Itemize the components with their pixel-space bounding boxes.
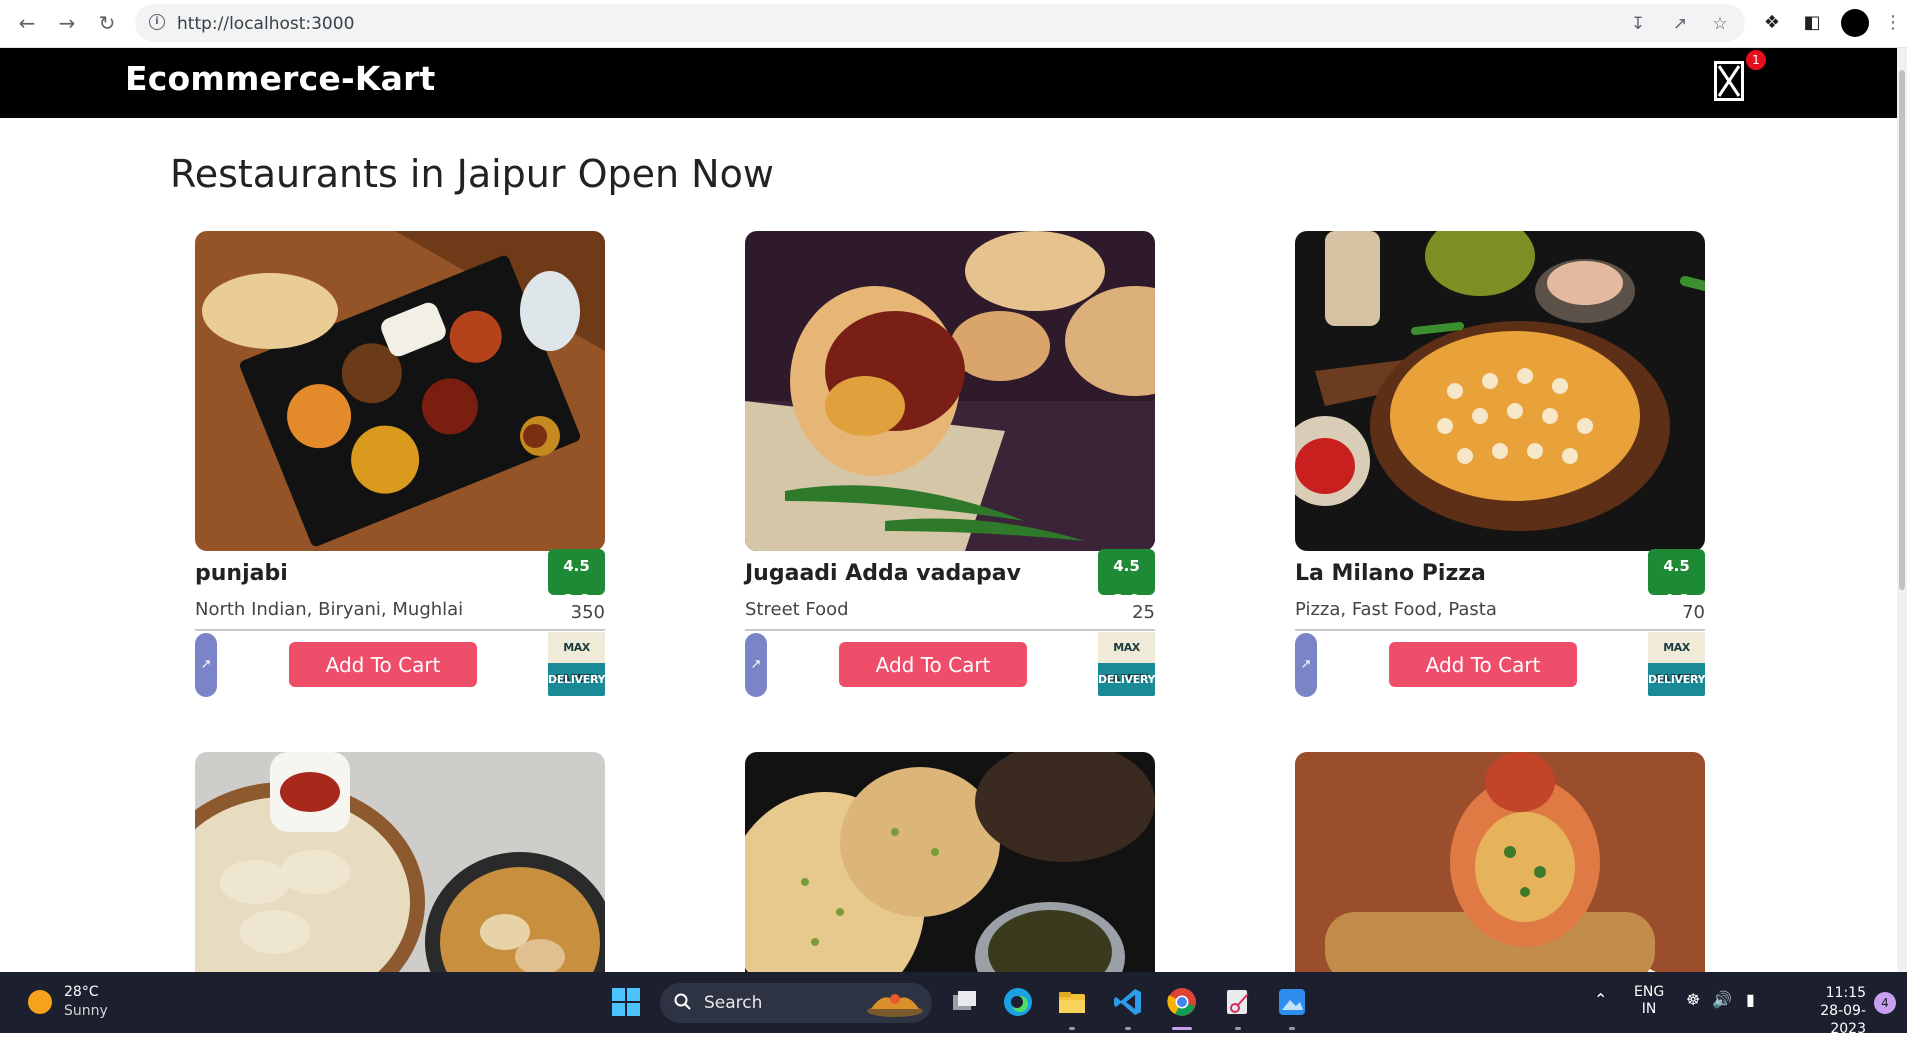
max-safety-delivery-badge: MAX SAFETY DELIVERY bbox=[1648, 632, 1705, 696]
photos-app-icon[interactable] bbox=[1276, 986, 1308, 1018]
url-text[interactable]: http://localhost:3000 bbox=[177, 14, 354, 34]
rating-badge: 4.5 3.8 bbox=[548, 549, 605, 609]
restaurant-card: punjabi 4.5 3.8 North Indian, Biryani, M… bbox=[195, 231, 605, 701]
extensions-icon[interactable]: ❖ bbox=[1760, 11, 1784, 35]
notification-count-badge[interactable]: 4 bbox=[1874, 992, 1896, 1014]
rating-badge: 4.5 3.9 bbox=[1098, 549, 1155, 609]
clock[interactable]: 11:15 28-09-2023 bbox=[1786, 984, 1866, 1038]
install-icon[interactable]: ↧ bbox=[1627, 13, 1649, 35]
divider bbox=[745, 629, 1155, 631]
side-panel-icon[interactable]: ◧ bbox=[1800, 11, 1824, 35]
windows-taskbar: 28°C Sunny Search ⌃ ENG IN ☸ 🔊 ▮ 11:15 2… bbox=[0, 972, 1907, 1037]
show-hidden-icons-chevron-icon[interactable]: ⌃ bbox=[1594, 990, 1607, 1009]
max-safety-delivery-badge: MAX SAFETY DELIVERY bbox=[1098, 632, 1155, 696]
restaurant-card bbox=[195, 752, 605, 972]
vscode-icon[interactable] bbox=[1112, 986, 1144, 1018]
back-icon[interactable]: ← bbox=[14, 10, 40, 36]
site-info-icon[interactable]: i bbox=[149, 14, 165, 30]
site-header: Ecommerce-Kart 1 bbox=[0, 48, 1897, 118]
page-scrollbar[interactable] bbox=[1897, 48, 1907, 972]
restaurant-name[interactable]: punjabi bbox=[195, 561, 288, 586]
safety-badge-top: MAX SAFETY bbox=[548, 632, 605, 685]
price-text: 25 bbox=[1132, 602, 1155, 623]
chrome-icon[interactable] bbox=[1166, 986, 1198, 1018]
scroll-thumb[interactable] bbox=[1899, 70, 1905, 590]
file-explorer-icon[interactable] bbox=[1056, 986, 1088, 1018]
address-bar[interactable]: i http://localhost:3000 ↧ ↗ ☆ bbox=[135, 4, 1745, 42]
snipping-tool-icon[interactable] bbox=[1222, 986, 1254, 1018]
running-indicator bbox=[1235, 1027, 1241, 1030]
restaurant-image[interactable] bbox=[195, 752, 605, 972]
search-label: Search bbox=[704, 993, 763, 1013]
restaurant-name[interactable]: Jugaadi Adda vadapav bbox=[745, 561, 1021, 586]
divider bbox=[195, 629, 605, 631]
restaurant-image[interactable] bbox=[1295, 231, 1705, 551]
volume-icon[interactable]: 🔊 bbox=[1712, 990, 1732, 1009]
trending-icon: ↗ bbox=[745, 633, 767, 697]
max-safety-delivery-badge: MAX SAFETY DELIVERY bbox=[548, 632, 605, 696]
add-to-cart-button[interactable]: Add To Cart bbox=[1389, 642, 1577, 687]
profile-avatar[interactable] bbox=[1841, 9, 1869, 37]
browser-menu-icon[interactable]: ⋮ bbox=[1884, 11, 1902, 35]
cuisine-text: Pizza, Fast Food, Pasta bbox=[1295, 599, 1497, 620]
taskbar-search-input[interactable]: Search bbox=[660, 983, 932, 1023]
restaurant-image[interactable] bbox=[195, 231, 605, 551]
safety-badge-bottom: DELIVERY bbox=[1098, 673, 1155, 686]
page-title: Restaurants in Jaipur Open Now bbox=[170, 152, 774, 196]
battery-icon[interactable]: ▮ bbox=[1746, 990, 1755, 1009]
restaurant-card bbox=[745, 752, 1155, 972]
safety-badge-bottom: DELIVERY bbox=[1648, 673, 1705, 686]
task-view-icon[interactable] bbox=[948, 986, 980, 1018]
weather-sun-icon[interactable] bbox=[28, 990, 52, 1014]
restaurant-card: La Milano Pizza 4.5 4.2 Pizza, Fast Food… bbox=[1295, 231, 1705, 701]
divider bbox=[1295, 629, 1705, 631]
price-text: 350 bbox=[570, 602, 605, 623]
safety-badge-top: MAX SAFETY bbox=[1648, 632, 1705, 685]
safety-badge-top: MAX SAFETY bbox=[1098, 632, 1155, 685]
price-text: 70 bbox=[1682, 602, 1705, 623]
language-region: IN bbox=[1641, 1001, 1657, 1017]
restaurant-image[interactable] bbox=[1295, 752, 1705, 972]
active-app-indicator bbox=[1172, 1027, 1192, 1030]
add-to-cart-button[interactable]: Add To Cart bbox=[289, 642, 477, 687]
weather-temperature[interactable]: 28°C bbox=[64, 984, 99, 1000]
edge-browser-icon[interactable] bbox=[1002, 986, 1034, 1018]
search-icon bbox=[674, 993, 691, 1010]
trending-icon: ↗ bbox=[195, 633, 217, 697]
restaurant-card bbox=[1295, 752, 1705, 972]
trending-icon: ↗ bbox=[1295, 633, 1317, 697]
clock-time: 11:15 bbox=[1825, 985, 1866, 1001]
browser-toolbar: ← → ↻ i http://localhost:3000 ↧ ↗ ☆ ❖ ◧ … bbox=[0, 0, 1907, 48]
reload-icon[interactable]: ↻ bbox=[94, 10, 120, 36]
language-indicator[interactable]: ENG IN bbox=[1634, 984, 1664, 1018]
cart-icon[interactable] bbox=[1714, 61, 1744, 101]
running-indicator bbox=[1069, 1027, 1075, 1030]
safety-badge-bottom: DELIVERY bbox=[548, 673, 605, 686]
cuisine-text: Street Food bbox=[745, 599, 849, 620]
restaurant-image[interactable] bbox=[745, 752, 1155, 972]
restaurant-image[interactable] bbox=[745, 231, 1155, 551]
search-highlight-art bbox=[867, 994, 923, 1017]
bookmark-star-icon[interactable]: ☆ bbox=[1709, 13, 1731, 35]
wifi-icon[interactable]: ☸ bbox=[1686, 990, 1700, 1009]
rating-badge: 4.5 4.2 bbox=[1648, 549, 1705, 609]
language-code: ENG bbox=[1634, 984, 1665, 1000]
cuisine-text: North Indian, Biryani, Mughlai bbox=[195, 599, 464, 620]
cart-count-badge: 1 bbox=[1746, 50, 1766, 70]
running-indicator bbox=[1289, 1027, 1295, 1030]
share-icon[interactable]: ↗ bbox=[1669, 13, 1691, 35]
forward-icon[interactable]: → bbox=[54, 10, 80, 36]
weather-condition[interactable]: Sunny bbox=[64, 1003, 108, 1019]
windows-start-icon[interactable] bbox=[610, 986, 642, 1018]
running-indicator bbox=[1125, 1027, 1131, 1030]
restaurant-card: Jugaadi Adda vadapav 4.5 3.9 Street Food… bbox=[745, 231, 1155, 701]
restaurant-name[interactable]: La Milano Pizza bbox=[1295, 561, 1486, 586]
brand-logo[interactable]: Ecommerce-Kart bbox=[125, 59, 436, 98]
add-to-cart-button[interactable]: Add To Cart bbox=[839, 642, 1027, 687]
